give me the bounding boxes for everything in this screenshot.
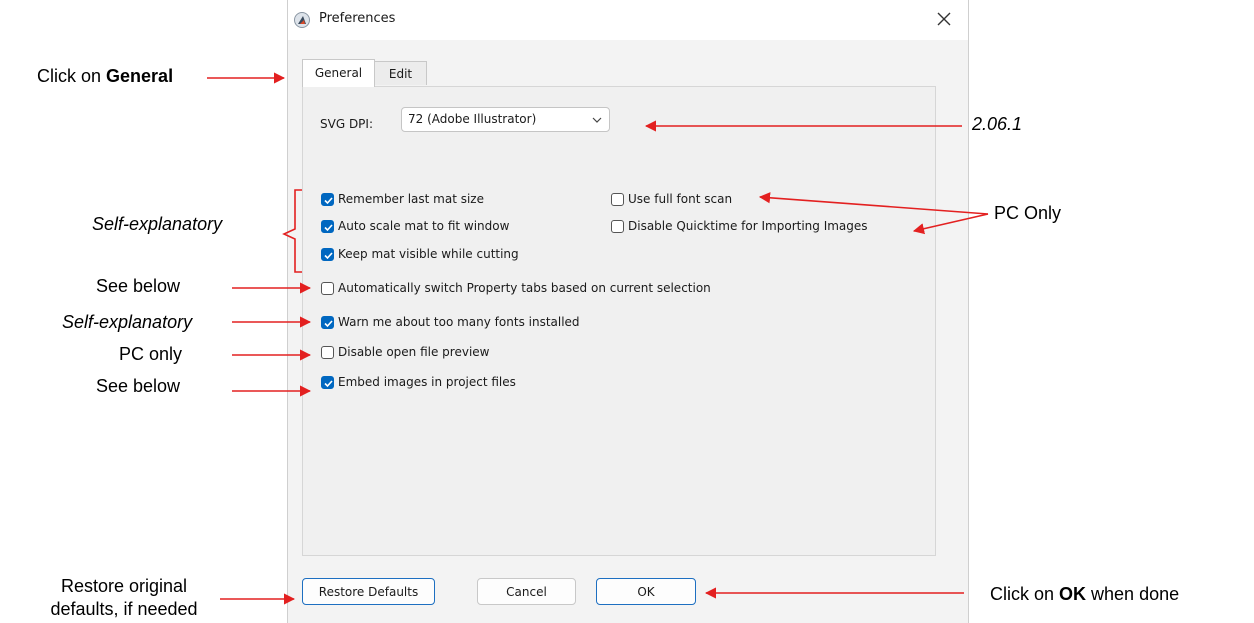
annotation-version: 2.06.1 xyxy=(972,114,1023,134)
ok-button[interactable]: OK xyxy=(596,578,696,605)
option-label: Automatically switch Property tabs based… xyxy=(338,281,711,295)
option-label: Use full font scan xyxy=(628,192,733,206)
option-label: Embed images in project files xyxy=(338,375,516,389)
option-embed-images[interactable]: Embed images in project files xyxy=(321,374,516,390)
checkbox-checked-icon[interactable] xyxy=(321,192,334,206)
annotation-text: defaults, if needed xyxy=(50,599,198,619)
close-icon[interactable] xyxy=(934,9,954,29)
option-auto-scale-mat[interactable]: Auto scale mat to fit window xyxy=(321,218,509,234)
annotation-self-explanatory-group: Self-explanatory xyxy=(92,214,223,234)
option-keep-mat-visible[interactable]: Keep mat visible while cutting xyxy=(321,246,519,262)
annotation-see-below-2: See below xyxy=(96,376,181,396)
option-auto-switch-property-tabs[interactable]: Automatically switch Property tabs based… xyxy=(321,280,711,296)
annotation-self-explanatory-fonts: Self-explanatory xyxy=(62,312,193,332)
svg-dpi-select[interactable]: 72 (Adobe Illustrator) xyxy=(401,107,610,132)
app-logo-icon xyxy=(294,12,310,28)
option-warn-too-many-fonts[interactable]: Warn me about too many fonts installed xyxy=(321,314,580,330)
svg-dpi-value: 72 (Adobe Illustrator) xyxy=(408,112,537,126)
annotation-text: Click on xyxy=(990,584,1060,604)
restore-defaults-button[interactable]: Restore Defaults xyxy=(302,578,435,605)
checkbox-unchecked-icon[interactable] xyxy=(321,345,334,359)
option-label: Keep mat visible while cutting xyxy=(338,247,519,261)
svg-dpi-label: SVG DPI: xyxy=(320,117,373,131)
option-label: Auto scale mat to fit window xyxy=(338,219,510,233)
preferences-dialog: Preferences General Edit SVG DPI: 72 (Ad… xyxy=(287,0,969,623)
annotation-click-general: Click on General xyxy=(37,66,173,87)
option-disable-file-preview[interactable]: Disable open file preview xyxy=(321,344,489,360)
annotation-pc-only: PC only xyxy=(119,344,183,364)
annotation-click-ok: Click on OK when done xyxy=(990,584,1179,605)
checkbox-unchecked-icon[interactable] xyxy=(611,192,624,206)
title-bar: Preferences xyxy=(288,0,968,40)
cancel-button[interactable]: Cancel xyxy=(477,578,576,605)
tab-edit[interactable]: Edit xyxy=(374,61,427,85)
chevron-down-icon xyxy=(592,117,602,123)
annotation-bold-text: OK xyxy=(1059,584,1087,604)
option-remember-mat-size[interactable]: Remember last mat size xyxy=(321,191,484,207)
checkbox-checked-icon[interactable] xyxy=(321,247,334,261)
checkbox-checked-icon[interactable] xyxy=(321,315,334,329)
annotation-text: Click on xyxy=(37,66,107,86)
option-full-font-scan[interactable]: Use full font scan xyxy=(611,191,732,207)
option-label: Warn me about too many fonts installed xyxy=(338,315,580,329)
annotation-text: Restore original xyxy=(60,576,188,596)
checkbox-unchecked-icon[interactable] xyxy=(321,281,334,295)
tab-general[interactable]: General xyxy=(302,59,375,87)
option-label: Disable Quicktime for Importing Images xyxy=(628,219,868,233)
annotation-text: when done xyxy=(1086,584,1180,604)
dialog-title: Preferences xyxy=(319,11,396,26)
checkbox-checked-icon[interactable] xyxy=(321,375,334,389)
option-label: Disable open file preview xyxy=(338,345,490,359)
annotation-restore: Restore original defaults, if needed xyxy=(36,575,212,621)
annotation-pc-only-group: PC Only xyxy=(994,203,1062,223)
checkbox-unchecked-icon[interactable] xyxy=(611,219,624,233)
annotation-see-below-1: See below xyxy=(96,276,181,296)
option-label: Remember last mat size xyxy=(338,192,484,206)
annotation-bold-text: General xyxy=(106,66,174,86)
option-disable-quicktime[interactable]: Disable Quicktime for Importing Images xyxy=(611,218,868,234)
checkbox-checked-icon[interactable] xyxy=(321,219,334,233)
